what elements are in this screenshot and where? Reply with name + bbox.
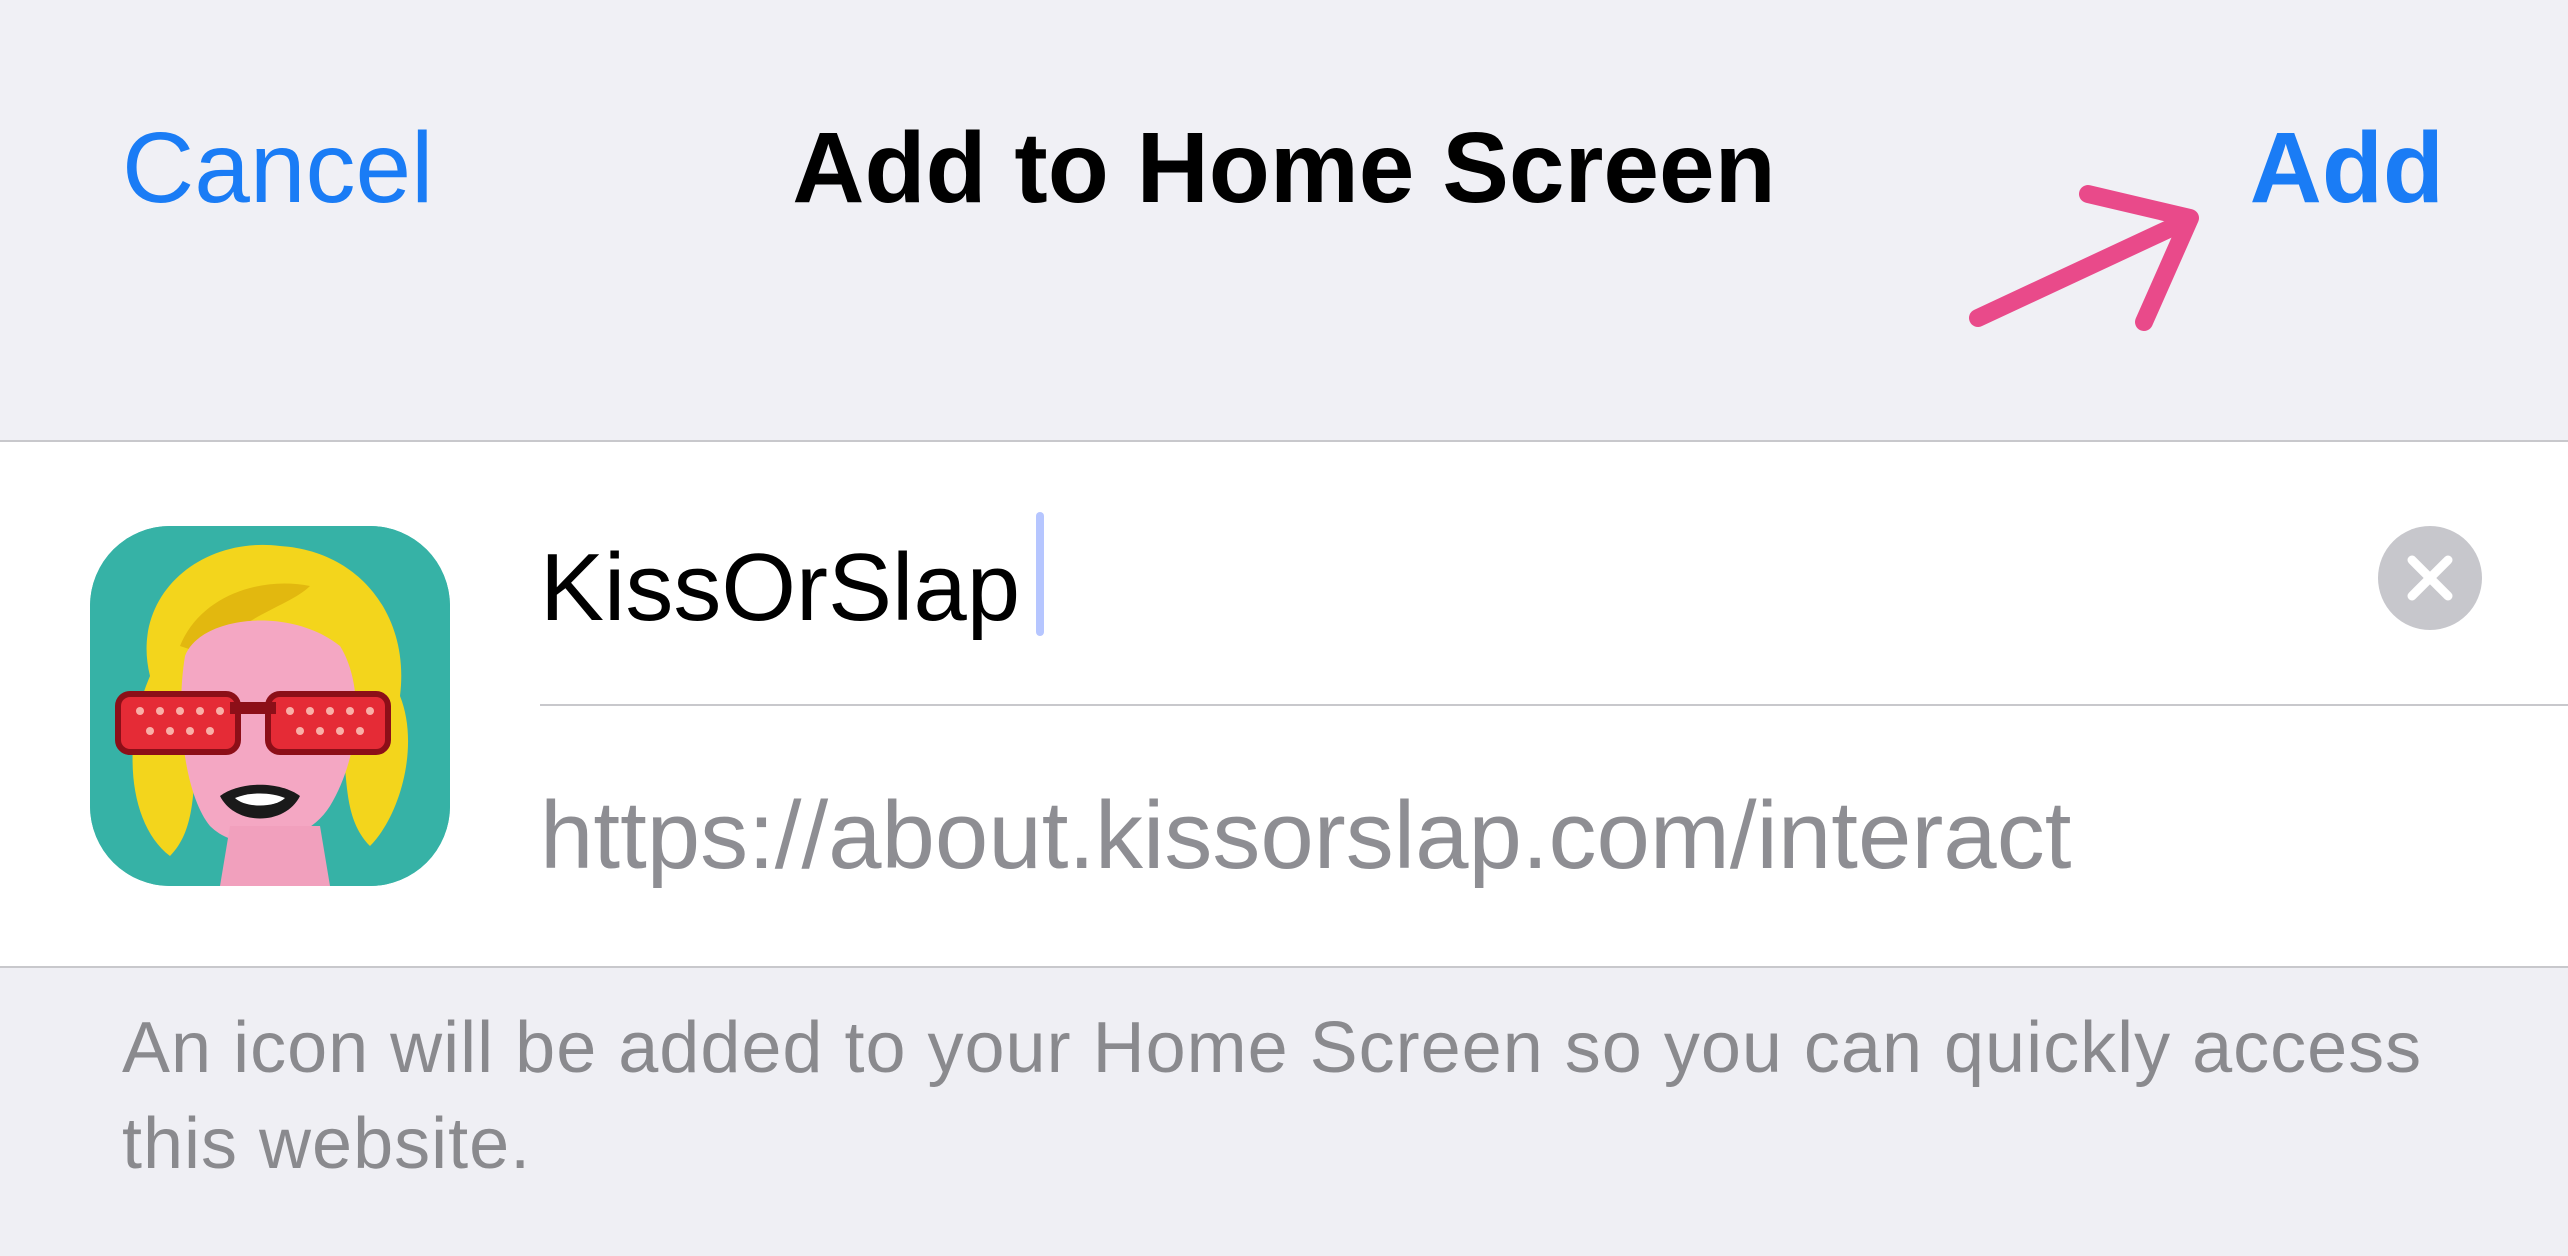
bookmark-card: https://about.kissorslap.com/interact: [0, 440, 2568, 968]
bookmark-url: https://about.kissorslap.com/interact: [540, 782, 2072, 889]
annotation-arrow-icon: [1969, 185, 2199, 331]
clear-text-button[interactable]: [2378, 526, 2482, 630]
kissorslap-app-icon: [90, 526, 450, 886]
add-button[interactable]: Add: [2250, 108, 2444, 228]
add-to-home-screen-sheet: Cancel Add to Home Screen Add KissOrSlap…: [0, 0, 2568, 1256]
cancel-button[interactable]: Cancel: [122, 108, 433, 228]
name-row: [540, 442, 2568, 706]
clear-icon: [2407, 555, 2453, 601]
text-cursor: [1036, 512, 1044, 636]
navigation-bar: Cancel Add to Home Screen Add: [0, 0, 2568, 440]
bookmark-name-field[interactable]: [540, 518, 2240, 658]
footer-note: An icon will be added to your Home Scree…: [122, 1008, 2423, 1184]
